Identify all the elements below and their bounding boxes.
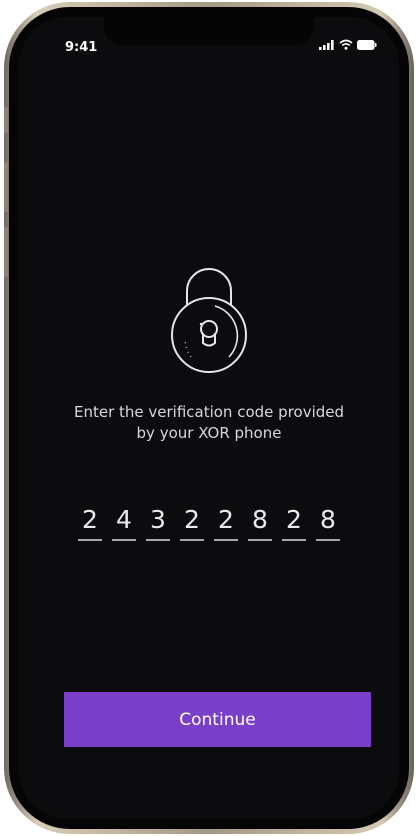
code-digit-7[interactable]: 2 (282, 505, 306, 541)
code-digit-2[interactable]: 4 (112, 505, 136, 541)
verification-prompt: Enter the verification code provided by … (19, 402, 399, 444)
code-digit-6[interactable]: 8 (248, 505, 272, 541)
padlock-icon (159, 247, 259, 377)
prompt-line-2: by your XOR phone (136, 424, 282, 442)
code-digit-4[interactable]: 2 (180, 505, 204, 541)
code-digit-8[interactable]: 8 (316, 505, 340, 541)
verification-code-input[interactable]: 2 4 3 2 2 8 2 8 (78, 505, 340, 541)
wifi-icon (339, 39, 353, 50)
status-icons (319, 39, 377, 50)
continue-button[interactable]: Continue (64, 692, 371, 747)
signal-icon (319, 39, 334, 50)
volume-up-button (4, 162, 8, 212)
mute-switch (4, 107, 8, 133)
notch (104, 17, 314, 45)
volume-down-button (4, 227, 8, 277)
prompt-line-1: Enter the verification code provided (73, 403, 345, 421)
status-time: 9:41 (65, 40, 98, 55)
code-digit-5[interactable]: 2 (214, 505, 238, 541)
phone-bezel: 9:41 Enter the verification code provide… (9, 7, 409, 829)
code-digit-1[interactable]: 2 (78, 505, 102, 541)
code-digit-3[interactable]: 3 (146, 505, 170, 541)
app-screen: 9:41 Enter the verification code provide… (19, 17, 399, 819)
battery-icon (357, 39, 377, 50)
phone-frame: 9:41 Enter the verification code provide… (4, 2, 414, 834)
